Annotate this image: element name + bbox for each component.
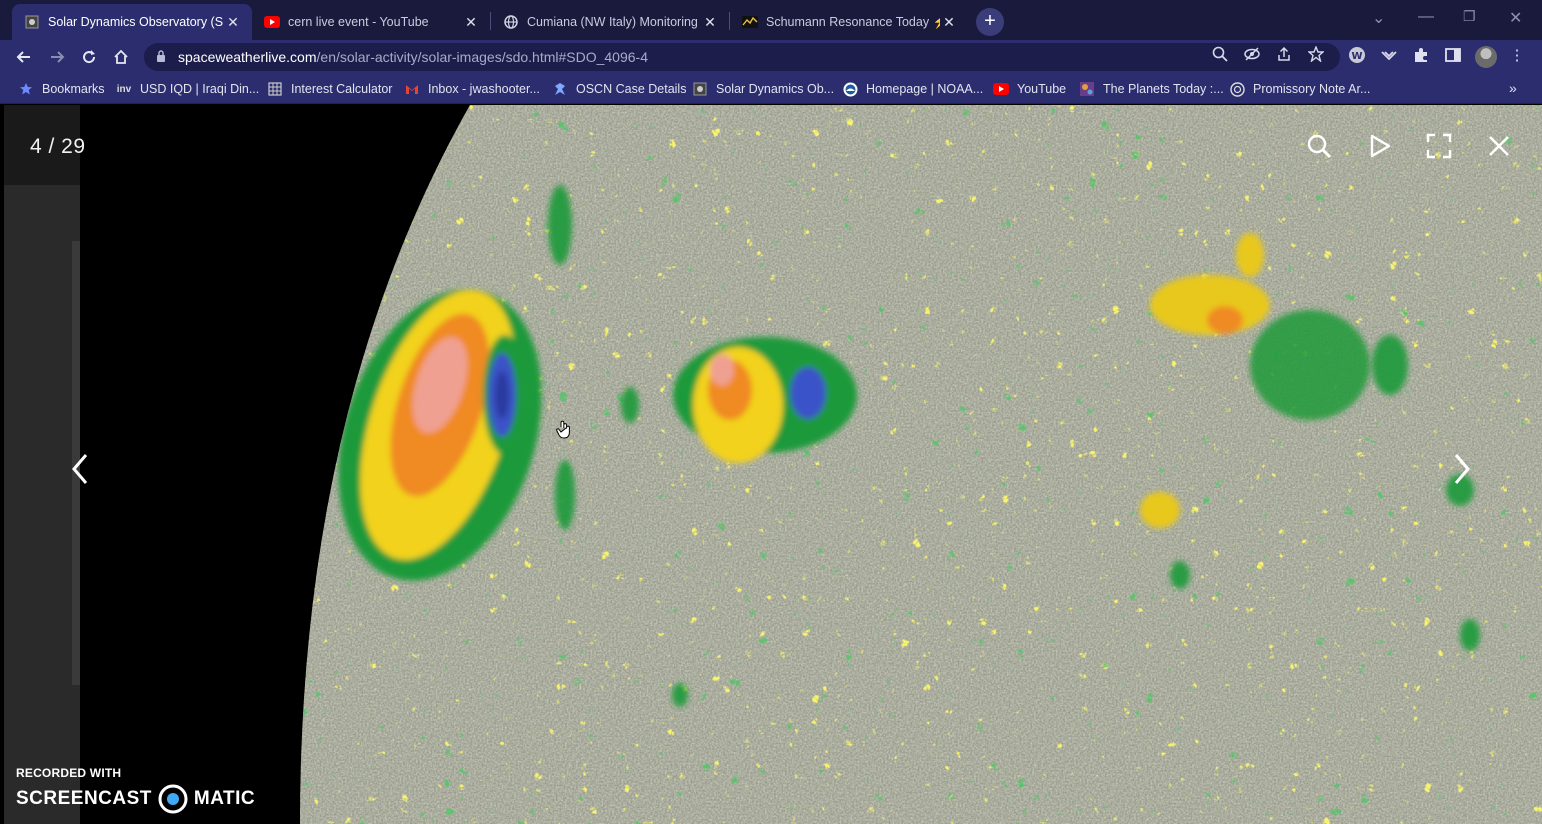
watermark-brand-right: MATIC <box>193 788 256 809</box>
profile-avatar[interactable] <box>1475 46 1497 68</box>
bookmark-item[interactable]: Interest Calculator <box>267 80 392 98</box>
tab-title: Schumann Resonance Today ⚡ <box>766 14 940 29</box>
fullscreen-icon[interactable] <box>1424 131 1454 161</box>
bookmark-star-icon[interactable] <box>1307 45 1325 64</box>
bookmark-item[interactable]: Inbox - jwashooter... <box>404 80 540 98</box>
bookmark-label: Homepage | NOAA... <box>866 82 984 96</box>
bookmark-label: Promissory Note Ar... <box>1253 82 1371 96</box>
reload-icon[interactable] <box>77 45 101 69</box>
tab-search-chevron-icon[interactable]: ⌄ <box>1372 8 1385 28</box>
menu-kebab-icon[interactable]: ⋮ <box>1507 46 1527 66</box>
bookmark-item[interactable]: OSCN Case Details <box>552 80 686 98</box>
tab-close-icon[interactable]: ✕ <box>224 14 242 31</box>
screencast-watermark: RECORDED WITH SCREENCAST MATIC <box>16 766 255 814</box>
bookmark-label: The Planets Today :... <box>1103 82 1224 96</box>
slideshow-play-icon[interactable] <box>1364 131 1394 161</box>
youtube-icon <box>993 81 1009 97</box>
globe-icon <box>503 14 519 30</box>
url-path: /en/solar-activity/solar-images/sdo.html… <box>316 49 648 65</box>
svg-text:W: W <box>1351 51 1362 62</box>
zoom-icon[interactable] <box>1211 46 1229 64</box>
extension-bird-icon[interactable] <box>1379 46 1399 66</box>
tab-close-icon[interactable]: ✕ <box>940 14 958 31</box>
bookmark-label: USD IQD | Iraqi Din... <box>140 82 260 96</box>
gmail-icon <box>404 81 420 97</box>
spaceweather-icon <box>24 14 40 30</box>
inv-icon: inv <box>116 83 132 95</box>
lightbox-close-icon[interactable] <box>1484 131 1514 161</box>
bookmark-item[interactable]: Bookmarks <box>18 80 105 98</box>
bookmark-label: OSCN Case Details <box>576 82 687 96</box>
bookmark-item[interactable]: Promissory Note Ar... <box>1229 80 1370 98</box>
bookmark-label: Interest Calculator <box>291 82 393 96</box>
tab-close-icon[interactable]: ✕ <box>462 14 480 31</box>
tab-schumann[interactable]: Schumann Resonance Today ⚡ ✕ <box>730 4 968 40</box>
watermark-brand-left: SCREENCAST <box>16 788 152 809</box>
bookmark-item[interactable]: Solar Dynamics Ob... <box>692 80 834 98</box>
zoom-search-icon[interactable] <box>1304 131 1334 161</box>
star-icon <box>18 81 34 97</box>
restore-icon[interactable]: ❐ <box>1463 8 1476 25</box>
bookmark-item[interactable]: The Planets Today :... <box>1079 80 1224 98</box>
tab-title: Cumiana (NW Italy) Monitoring S <box>527 15 701 29</box>
forward-arrow-icon[interactable] <box>45 45 69 69</box>
extensions-puzzle-icon[interactable] <box>1411 46 1431 66</box>
oscn-icon <box>552 81 568 97</box>
home-icon[interactable] <box>109 45 133 69</box>
bookmark-label: YouTube <box>1017 82 1067 96</box>
calculator-icon <box>267 81 283 97</box>
tab-cumiana[interactable]: Cumiana (NW Italy) Monitoring S ✕ <box>491 4 729 40</box>
bookmark-item[interactable]: YouTube <box>993 80 1066 98</box>
lock-icon[interactable] <box>156 49 170 65</box>
new-tab-button[interactable]: + <box>976 8 1004 36</box>
tab-cern-live[interactable]: cern live event - YouTube ✕ <box>252 4 490 40</box>
back-arrow-icon[interactable] <box>12 45 36 69</box>
screencast-logo-icon <box>158 784 188 814</box>
url-host: spaceweatherlive.com <box>178 49 317 65</box>
extension-w-icon[interactable]: W <box>1347 46 1367 66</box>
image-counter: 4 / 29 <box>30 135 86 158</box>
tab-solar-dynamics[interactable]: Solar Dynamics Observatory (SDO ✕ <box>12 4 252 40</box>
tab-close-icon[interactable]: ✕ <box>701 14 719 31</box>
tracking-blocked-eye-icon[interactable] <box>1243 46 1261 64</box>
watermark-recorded-with: RECORDED WITH <box>16 766 122 780</box>
bookmark-item[interactable]: inv USD IQD | Iraqi Din... <box>116 80 259 98</box>
browser-toolbar: spaceweatherlive.com/en/solar-activity/s… <box>0 40 1542 74</box>
tab-title: cern live event - YouTube <box>288 15 429 29</box>
tab-title: Solar Dynamics Observatory (SDO <box>48 15 224 29</box>
previous-image-arrow-icon[interactable] <box>66 449 96 489</box>
noaa-icon <box>842 81 858 97</box>
side-panel-icon[interactable] <box>1443 46 1463 66</box>
bookmark-label: Inbox - jwashooter... <box>428 82 540 96</box>
promissory-icon <box>1229 81 1245 97</box>
bookmark-label: Bookmarks <box>42 82 105 96</box>
minimize-icon[interactable]: — <box>1418 8 1434 26</box>
bookmark-label: Solar Dynamics Ob... <box>716 82 835 96</box>
tab-strip: Solar Dynamics Observatory (SDO ✕ cern l… <box>0 0 1542 40</box>
image-lightbox: 4 / 29 <box>0 105 1542 824</box>
next-image-arrow-icon[interactable] <box>1446 449 1476 489</box>
spaceweather-icon <box>692 81 708 97</box>
bookmark-item[interactable]: Homepage | NOAA... <box>842 80 983 98</box>
bookmarks-bar: Bookmarks inv USD IQD | Iraqi Din... Int… <box>0 74 1542 104</box>
sdo-magnetogram-image[interactable] <box>0 105 1542 824</box>
planets-icon <box>1079 81 1095 97</box>
window-close-icon[interactable]: ✕ <box>1509 8 1522 28</box>
schumann-icon <box>742 14 758 30</box>
youtube-icon <box>264 14 280 30</box>
address-bar[interactable]: spaceweatherlive.com/en/solar-activity/s… <box>144 43 1340 71</box>
share-icon[interactable] <box>1275 46 1293 64</box>
bookmarks-overflow-icon[interactable]: » <box>1509 80 1517 96</box>
